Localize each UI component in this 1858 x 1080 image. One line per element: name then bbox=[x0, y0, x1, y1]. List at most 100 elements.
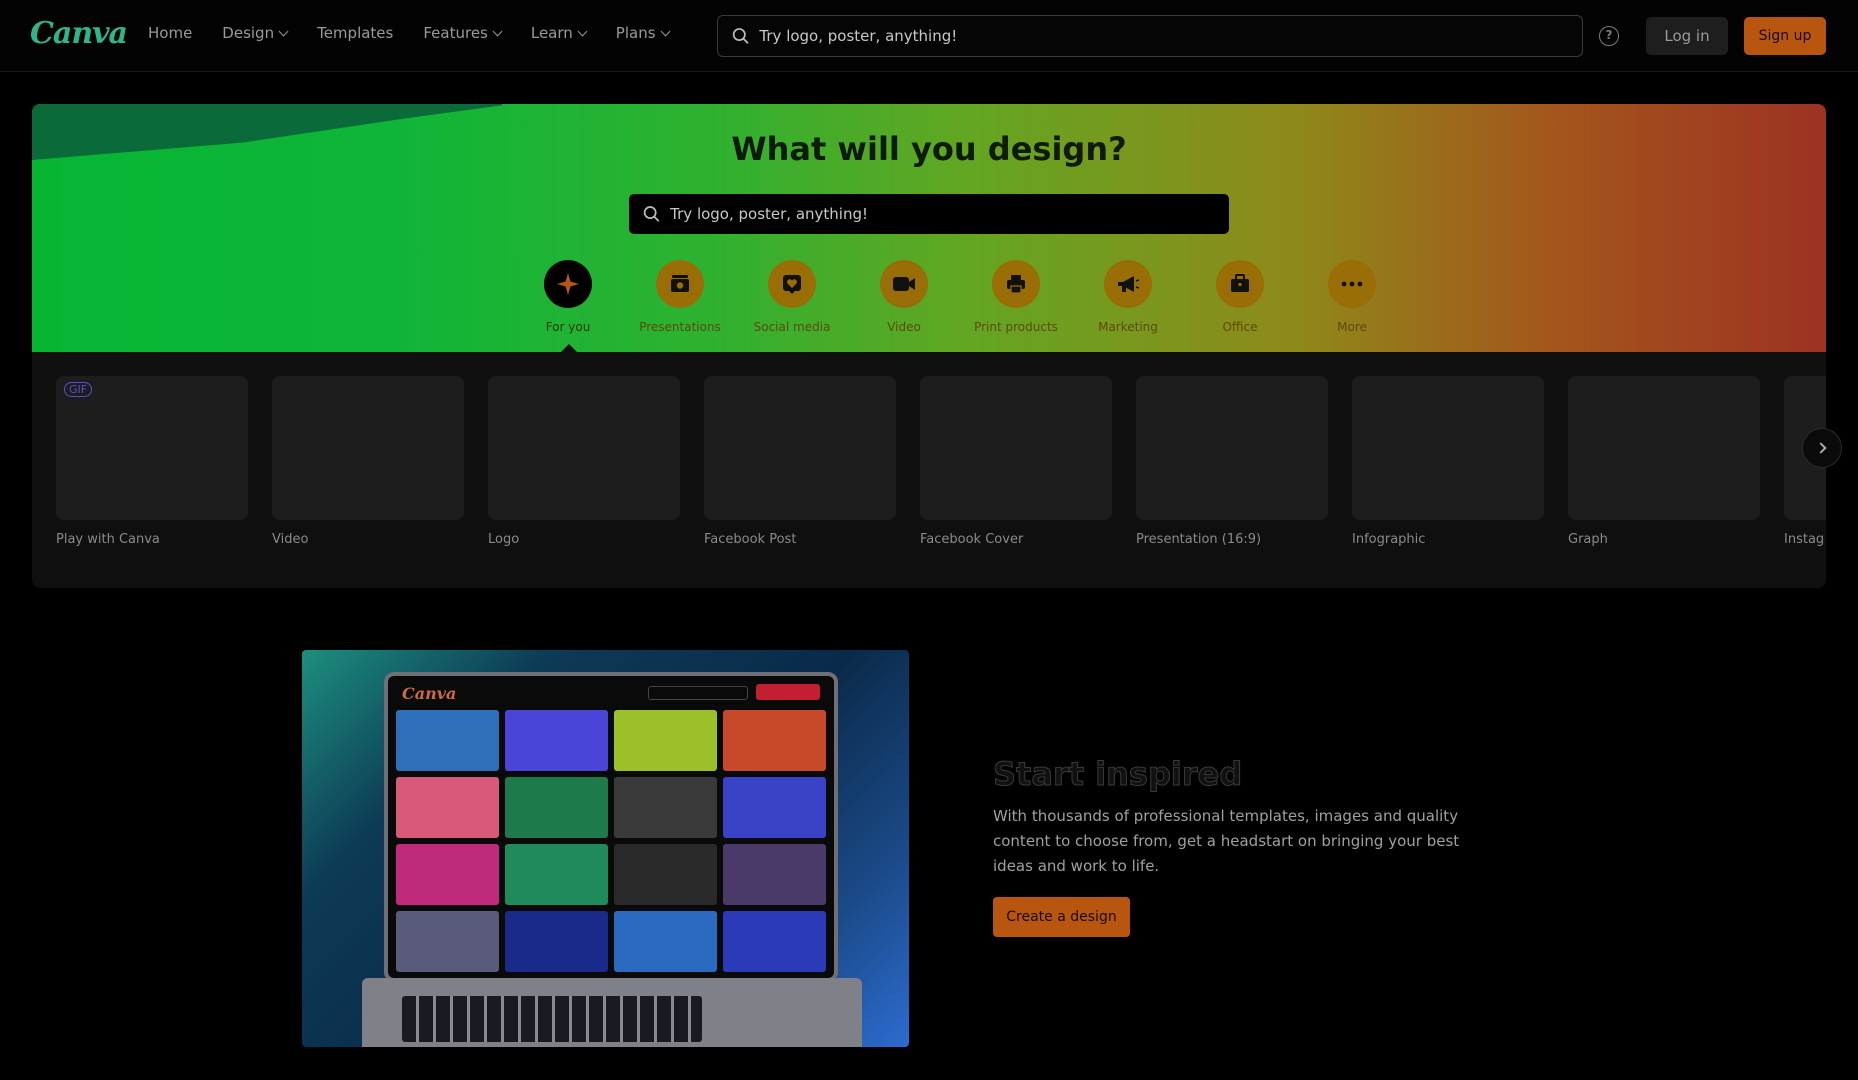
laptop-screen: Canva bbox=[384, 672, 838, 982]
signup-button[interactable]: Sign up bbox=[1744, 17, 1826, 55]
category-office[interactable]: Office bbox=[1184, 260, 1296, 334]
search-icon bbox=[643, 206, 660, 222]
promo-title: Start inspired bbox=[992, 755, 1243, 794]
mini-search-bar bbox=[648, 686, 748, 700]
design-card-graph[interactable]: Graph bbox=[1568, 376, 1760, 547]
template-tile bbox=[614, 710, 717, 771]
design-card-logo[interactable]: Logo bbox=[488, 376, 680, 547]
laptop-keyboard bbox=[362, 978, 862, 1047]
template-grid bbox=[396, 710, 826, 972]
nav-label: Templates bbox=[317, 24, 394, 42]
nav-home[interactable]: Home bbox=[148, 24, 192, 42]
category-marketing[interactable]: Marketing bbox=[1072, 260, 1184, 334]
video-icon bbox=[893, 277, 915, 291]
template-tile bbox=[505, 911, 608, 972]
template-tile bbox=[396, 844, 499, 905]
chevron-down-icon bbox=[278, 26, 289, 36]
template-tile bbox=[505, 777, 608, 838]
chevron-down-icon bbox=[492, 26, 503, 36]
briefcase-icon bbox=[1231, 274, 1249, 292]
carousel-next-button[interactable] bbox=[1802, 428, 1842, 468]
promo-description: With thousands of professional templates… bbox=[993, 807, 1460, 875]
card-thumbnail bbox=[1352, 376, 1544, 520]
card-label: Infographic bbox=[1352, 532, 1426, 547]
card-label: Presentation (16:9) bbox=[1136, 532, 1262, 547]
category-bar: For you Presentations Social media Video… bbox=[512, 260, 1408, 334]
card-thumbnail: GIF bbox=[56, 376, 248, 520]
template-tile bbox=[723, 710, 826, 771]
active-category-caret bbox=[560, 344, 578, 352]
category-circle bbox=[992, 260, 1040, 308]
category-for-you[interactable]: For you bbox=[512, 260, 624, 334]
hero-banner: What will you design? For you Presentati… bbox=[32, 104, 1826, 352]
gif-badge: GIF bbox=[64, 382, 93, 397]
card-thumbnail bbox=[920, 376, 1112, 520]
category-video[interactable]: Video bbox=[848, 260, 960, 334]
nav-label: Features bbox=[423, 24, 488, 42]
presentation-icon bbox=[671, 275, 689, 292]
card-label: Instag bbox=[1784, 532, 1825, 547]
design-card-infographic[interactable]: Infographic bbox=[1352, 376, 1544, 547]
category-label: Marketing bbox=[1098, 320, 1158, 334]
template-tile bbox=[614, 911, 717, 972]
card-thumbnail bbox=[272, 376, 464, 520]
category-circle bbox=[768, 260, 816, 308]
card-thumbnail bbox=[704, 376, 896, 520]
template-tile bbox=[396, 911, 499, 972]
design-card-presentation[interactable]: Presentation (16:9) bbox=[1136, 376, 1328, 547]
create-design-button[interactable]: Create a design bbox=[993, 897, 1130, 937]
nav-templates[interactable]: Templates bbox=[317, 24, 393, 42]
sparkle-icon bbox=[557, 273, 579, 295]
promo-laptop-image: Canva bbox=[302, 650, 909, 1047]
printer-icon bbox=[1007, 275, 1025, 294]
nav-plans[interactable]: Plans bbox=[616, 24, 670, 42]
template-tile bbox=[505, 844, 608, 905]
template-tile bbox=[396, 777, 499, 838]
design-type-carousel: GIF Play with Canva Video Logo Facebook … bbox=[32, 352, 1826, 588]
card-label: Facebook Post bbox=[704, 532, 797, 547]
canva-logo[interactable]: Canva bbox=[30, 16, 128, 51]
nav-design[interactable]: Design bbox=[222, 24, 289, 42]
template-tile bbox=[614, 777, 717, 838]
search-icon bbox=[732, 28, 749, 44]
category-more[interactable]: More bbox=[1296, 260, 1408, 334]
mini-create-button bbox=[756, 684, 820, 700]
chevron-down-icon bbox=[577, 26, 588, 36]
card-thumbnail bbox=[1136, 376, 1328, 520]
category-presentations[interactable]: Presentations bbox=[624, 260, 736, 334]
category-label: More bbox=[1337, 320, 1367, 334]
template-tile bbox=[723, 844, 826, 905]
heart-icon bbox=[783, 275, 801, 294]
category-label: Presentations bbox=[639, 320, 721, 334]
header-search-box[interactable] bbox=[717, 15, 1583, 57]
category-circle bbox=[1104, 260, 1152, 308]
design-card-facebook-cover[interactable]: Facebook Cover bbox=[920, 376, 1112, 547]
category-label: For you bbox=[545, 320, 591, 334]
card-label: Video bbox=[272, 532, 309, 547]
keyboard-keys bbox=[402, 996, 702, 1042]
hero-search-input[interactable] bbox=[670, 205, 1229, 223]
category-circle bbox=[1328, 260, 1376, 308]
design-card-facebook-post[interactable]: Facebook Post bbox=[704, 376, 896, 547]
category-circle bbox=[544, 260, 592, 308]
card-thumbnail bbox=[1568, 376, 1760, 520]
template-tile bbox=[723, 777, 826, 838]
design-card-video[interactable]: Video bbox=[272, 376, 464, 547]
template-tile bbox=[614, 844, 717, 905]
nav-learn[interactable]: Learn bbox=[531, 24, 588, 42]
card-label: Facebook Cover bbox=[920, 532, 1024, 547]
main-nav: Home Design Templates Features Learn Pla… bbox=[148, 24, 670, 42]
hero-search-box[interactable] bbox=[629, 194, 1229, 234]
header-search-input[interactable] bbox=[759, 27, 1582, 45]
megaphone-icon bbox=[1118, 276, 1140, 292]
template-tile bbox=[505, 710, 608, 771]
help-icon[interactable]: ? bbox=[1599, 26, 1619, 46]
mini-canva-logo: Canva bbox=[402, 684, 457, 703]
template-tile bbox=[723, 911, 826, 972]
category-social-media[interactable]: Social media bbox=[736, 260, 848, 334]
chevron-right-icon bbox=[1814, 442, 1827, 454]
category-print-products[interactable]: Print products bbox=[960, 260, 1072, 334]
nav-features[interactable]: Features bbox=[423, 24, 503, 42]
login-button[interactable]: Log in bbox=[1646, 17, 1728, 55]
design-card-play-with-canva[interactable]: GIF Play with Canva bbox=[56, 376, 248, 547]
